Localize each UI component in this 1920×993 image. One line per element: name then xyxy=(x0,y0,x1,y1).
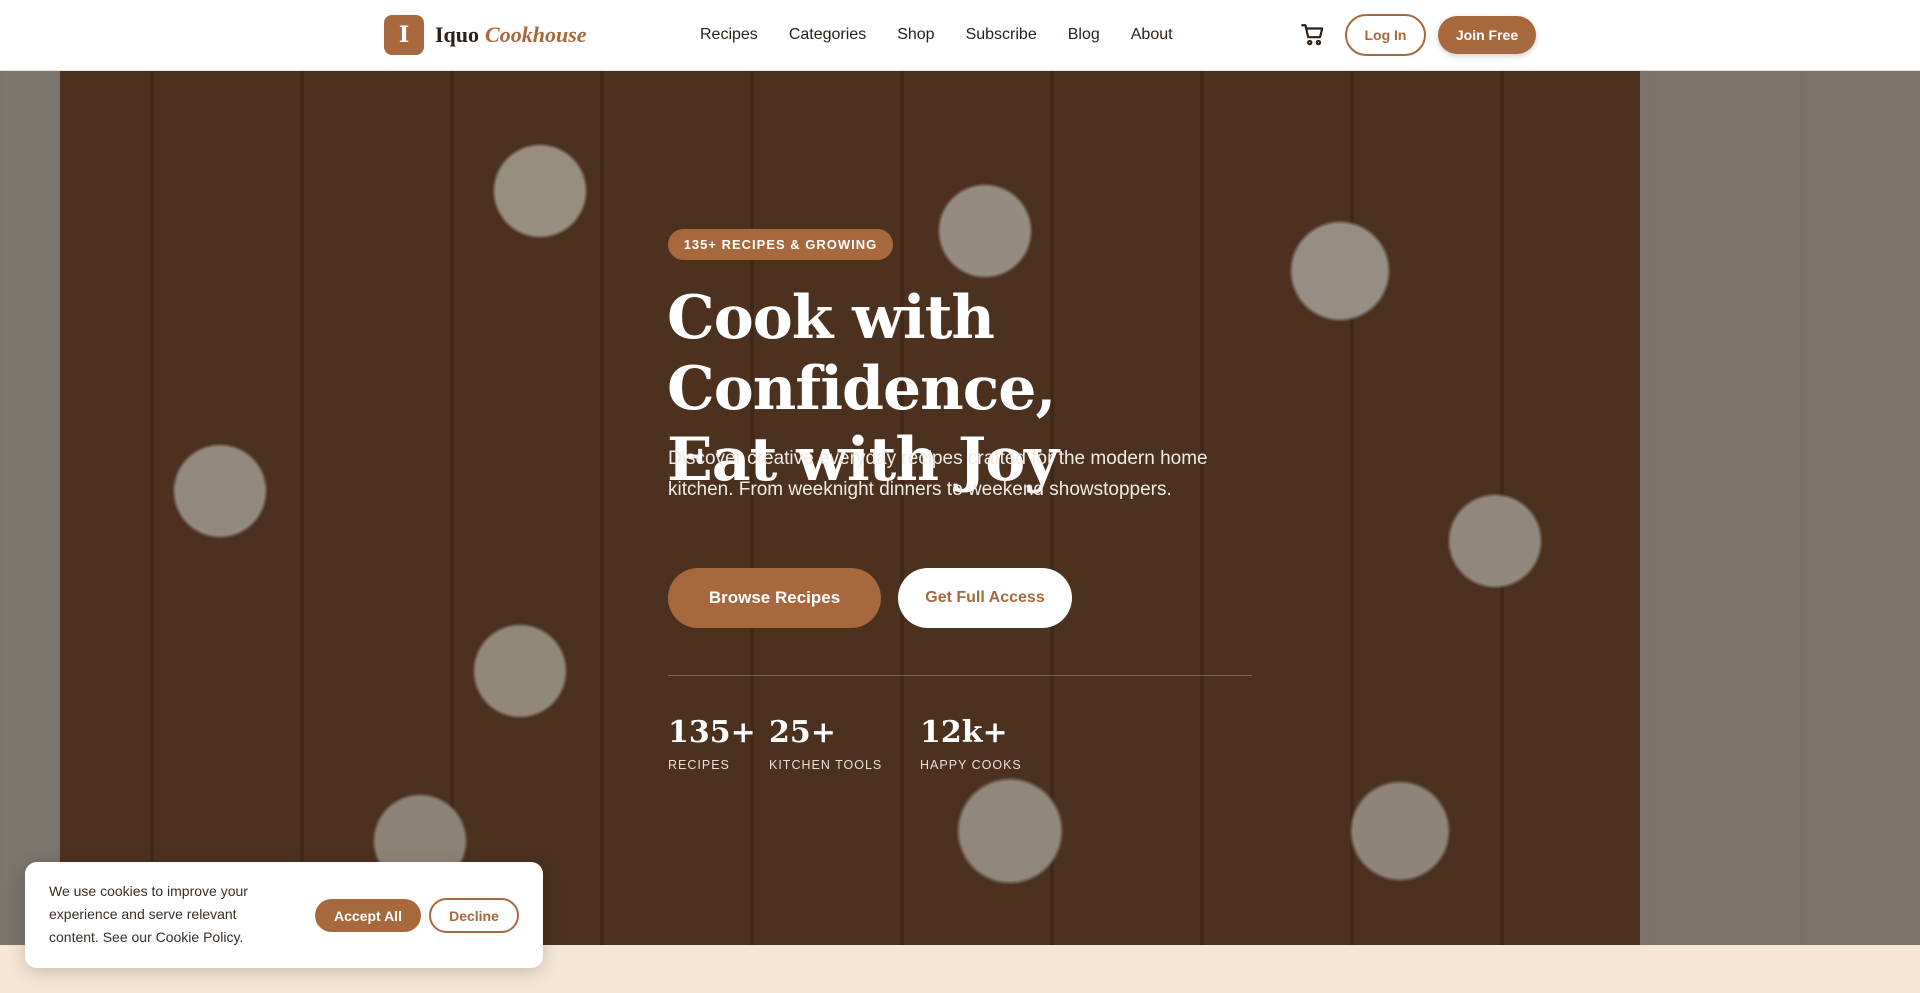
nav-blog[interactable]: Blog xyxy=(1068,26,1100,44)
cookie-banner: We use cookies to improve your experienc… xyxy=(25,862,543,968)
nav-about[interactable]: About xyxy=(1131,26,1173,44)
stat-recipes: 135+ RECIPES xyxy=(668,715,756,773)
browse-recipes-button[interactable]: Browse Recipes xyxy=(668,568,881,628)
nav-categories[interactable]: Categories xyxy=(789,26,866,44)
logo[interactable]: I Iquo Cookhouse xyxy=(384,15,587,55)
stat-label: KITCHEN TOOLS xyxy=(769,758,883,772)
recipes-badge: 135+ RECIPES & GROWING xyxy=(668,229,893,260)
hero-section: 135+ RECIPES & GROWING Cook with Confide… xyxy=(0,71,1920,945)
stat-happy-cooks: 12k+ HAPPY COOKS xyxy=(920,715,1022,773)
nav-subscribe[interactable]: Subscribe xyxy=(966,26,1037,44)
join-free-button[interactable]: Join Free xyxy=(1438,16,1536,54)
stat-kitchen-tools: 25+ KITCHEN TOOLS xyxy=(769,715,883,773)
hero-subtitle: Discover creative everyday recipes craft… xyxy=(668,448,1208,500)
nav-recipes[interactable]: Recipes xyxy=(700,26,758,44)
cart-icon[interactable] xyxy=(1300,22,1326,48)
stat-value: 25+ xyxy=(769,715,836,750)
hero-divider xyxy=(668,675,1252,676)
cookie-text: We use cookies to improve your experienc… xyxy=(49,883,248,945)
hero-title-line1: Cook with Confidence, xyxy=(667,283,1056,424)
stat-label: HAPPY COOKS xyxy=(920,758,1022,772)
get-full-access-button[interactable]: Get Full Access xyxy=(898,568,1072,628)
nav-shop[interactable]: Shop xyxy=(897,26,934,44)
accept-cookies-button[interactable]: Accept All xyxy=(315,899,421,932)
site-header: I Iquo Cookhouse Recipes Categories Shop … xyxy=(0,0,1920,71)
stat-label: RECIPES xyxy=(668,758,730,772)
logo-mark: I xyxy=(384,15,424,55)
logo-name: Iquo xyxy=(435,22,480,47)
logo-accent: Cookhouse xyxy=(485,22,587,47)
main-nav: Recipes Categories Shop Subscribe Blog A… xyxy=(700,0,1204,70)
stat-value: 135+ xyxy=(668,715,756,750)
login-button[interactable]: Log In xyxy=(1345,14,1426,56)
hero-background-image xyxy=(0,71,1920,945)
stat-value: 12k+ xyxy=(920,715,1008,750)
decline-cookies-button[interactable]: Decline xyxy=(429,898,519,933)
logo-text: Iquo Cookhouse xyxy=(435,22,587,48)
